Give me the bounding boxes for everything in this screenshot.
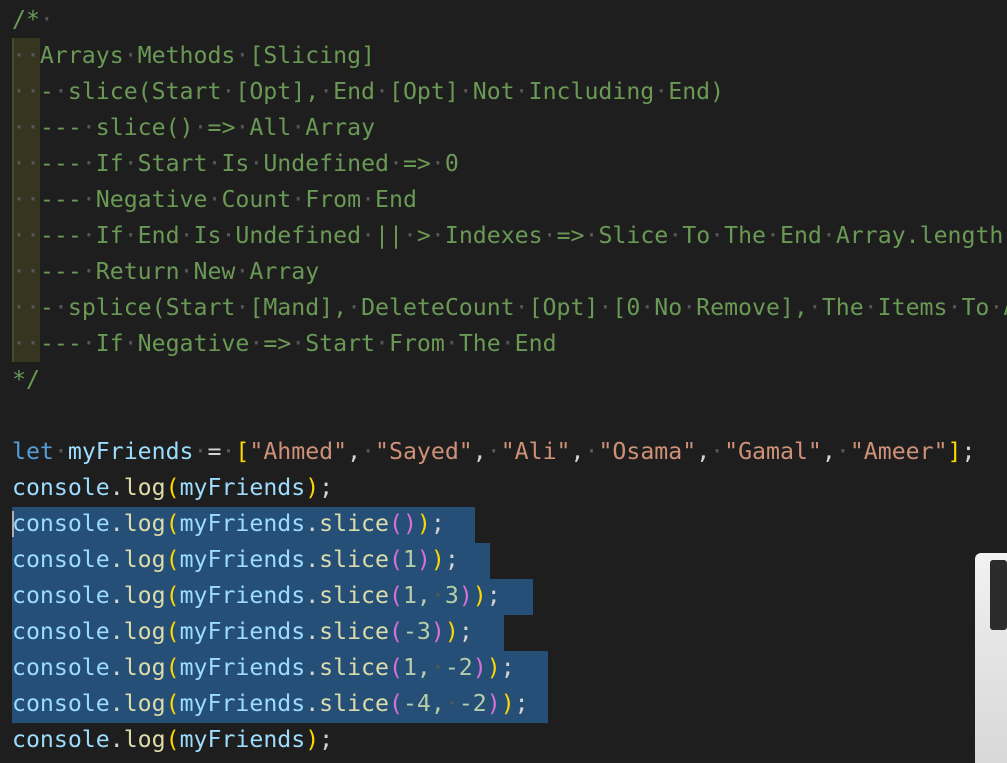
comment-prefix: ---· [39, 258, 96, 285]
array-variable: myFriends [179, 546, 306, 573]
comment-prefix: -· [39, 78, 68, 105]
comment-text: slice()·=>·All·Array [95, 114, 376, 141]
comment-line: ··---·Return·New·Array [12, 258, 320, 285]
comment-open-line: /*· [12, 6, 54, 33]
comment-line: ··-·slice(Start·[Opt],·End·[Opt]·Not·Inc… [12, 78, 725, 105]
slice-args: 1 [402, 546, 417, 573]
slice-call-line: console.log(myFriends.slice(1,·3)); [12, 582, 501, 609]
slice-args: 1,·3 [402, 582, 459, 609]
console-object: console [12, 654, 110, 681]
comment-close-line: */ [12, 362, 40, 398]
comment-text: Return·New·Array [95, 258, 320, 285]
array-variable: myFriends [179, 690, 306, 717]
slice-function: slice [319, 582, 389, 609]
console-object: console [12, 510, 110, 537]
text-cursor [12, 511, 14, 537]
comment-text: Negative·Count·From·End [95, 186, 417, 213]
slice-call-line: console.log(myFriends.slice(-3)); [12, 618, 473, 645]
friend-string: "Gamal" [724, 438, 822, 465]
slice-call-line: console.log(myFriends.slice(1,·-2)); [12, 654, 515, 681]
comment-prefix: ---· [39, 330, 96, 357]
array-variable: myFriends [179, 582, 306, 609]
comment-text: If·End·Is·Undefined·||·>·Indexes·=>·Slic… [95, 222, 1004, 249]
array-variable: myFriends [179, 474, 306, 501]
comment-close: */ [12, 366, 40, 393]
comment-prefix: -· [39, 294, 68, 321]
comment-text: slice(Start·[Opt],·End·[Opt]·Not·Includi… [67, 78, 725, 105]
comment-line: ··---·slice()·=>·All·Array [12, 114, 376, 141]
log-function: log [123, 654, 166, 681]
comment-title: Arrays·Methods·[Slicing] [39, 42, 375, 69]
console-object: console [12, 582, 110, 609]
console-log-line: console.log(myFriends); [12, 726, 334, 753]
code-editor[interactable]: /*· ··Arrays·Methods·[Slicing] ··-·slice… [0, 0, 1007, 763]
comment-open: /* [12, 6, 40, 33]
array-variable: myFriends [67, 438, 194, 465]
slice-function: slice [319, 546, 389, 573]
comment-line: ··---·Negative·Count·From·End [12, 186, 417, 213]
array-variable: myFriends [179, 510, 306, 537]
comment-prefix: ---· [39, 150, 96, 177]
comment-prefix: ---· [39, 222, 96, 249]
console-object: console [12, 726, 110, 753]
slice-call-line: console.log(myFriends.slice()); [12, 510, 445, 537]
let-keyword: let [12, 438, 54, 465]
comment-prefix: ---· [39, 186, 96, 213]
slice-function: slice [319, 690, 389, 717]
assign-operator: = [207, 438, 222, 465]
slice-function: slice [319, 510, 389, 537]
log-function: log [123, 618, 166, 645]
slice-args: 1,·-2 [402, 654, 473, 681]
comment-text: splice(Start·[Mand],·DeleteCount·[Opt]·[… [67, 294, 1007, 321]
console-object: console [12, 618, 110, 645]
array-variable: myFriends [179, 726, 306, 753]
slice-args: -4,·-2 [402, 690, 487, 717]
comment-line: ··---·If·End·Is·Undefined·||·>·Indexes·=… [12, 222, 1004, 249]
friend-string: "Ameer" [849, 438, 948, 465]
comment-prefix: ---· [39, 114, 96, 141]
log-function: log [123, 510, 166, 537]
slice-args: -3 [402, 618, 431, 645]
array-variable: myFriends [179, 654, 306, 681]
slice-call-line: console.log(myFriends.slice(1)); [12, 546, 459, 573]
webcam-overlay-detail [990, 560, 1007, 630]
comment-title-line: ··Arrays·Methods·[Slicing] [12, 42, 375, 69]
comment-line: ··-·splice(Start·[Mand],·DeleteCount·[Op… [12, 290, 1007, 326]
log-function: log [123, 726, 166, 753]
console-object: console [12, 546, 110, 573]
log-function: log [123, 582, 166, 609]
console-object: console [12, 690, 110, 717]
slice-call-line: console.log(myFriends.slice(-4,·-2)); [12, 690, 529, 717]
slice-function: slice [319, 618, 389, 645]
comment-text: If·Negative·=>·Start·From·The·End [95, 330, 557, 357]
array-declaration-line: let·myFriends·=·["Ahmed",·"Sayed",·"Ali"… [12, 438, 976, 465]
friend-string: "Osama" [598, 438, 697, 465]
log-function: log [123, 546, 166, 573]
array-variable: myFriends [179, 618, 306, 645]
comment-line: ··---·If·Start·Is·Undefined·=>·0 [12, 150, 459, 177]
friend-string: "Sayed" [375, 438, 473, 465]
friend-string: "Ahmed" [249, 438, 348, 465]
comment-line: ··---·If·Negative·=>·Start·From·The·End [12, 330, 557, 357]
comment-text: If·Start·Is·Undefined·=>·0 [95, 150, 459, 177]
log-function: log [123, 474, 166, 501]
friend-string: "Ali" [500, 438, 571, 465]
console-log-line: console.log(myFriends); [12, 474, 334, 501]
log-function: log [123, 690, 166, 717]
console-object: console [12, 474, 110, 501]
slice-function: slice [319, 654, 389, 681]
